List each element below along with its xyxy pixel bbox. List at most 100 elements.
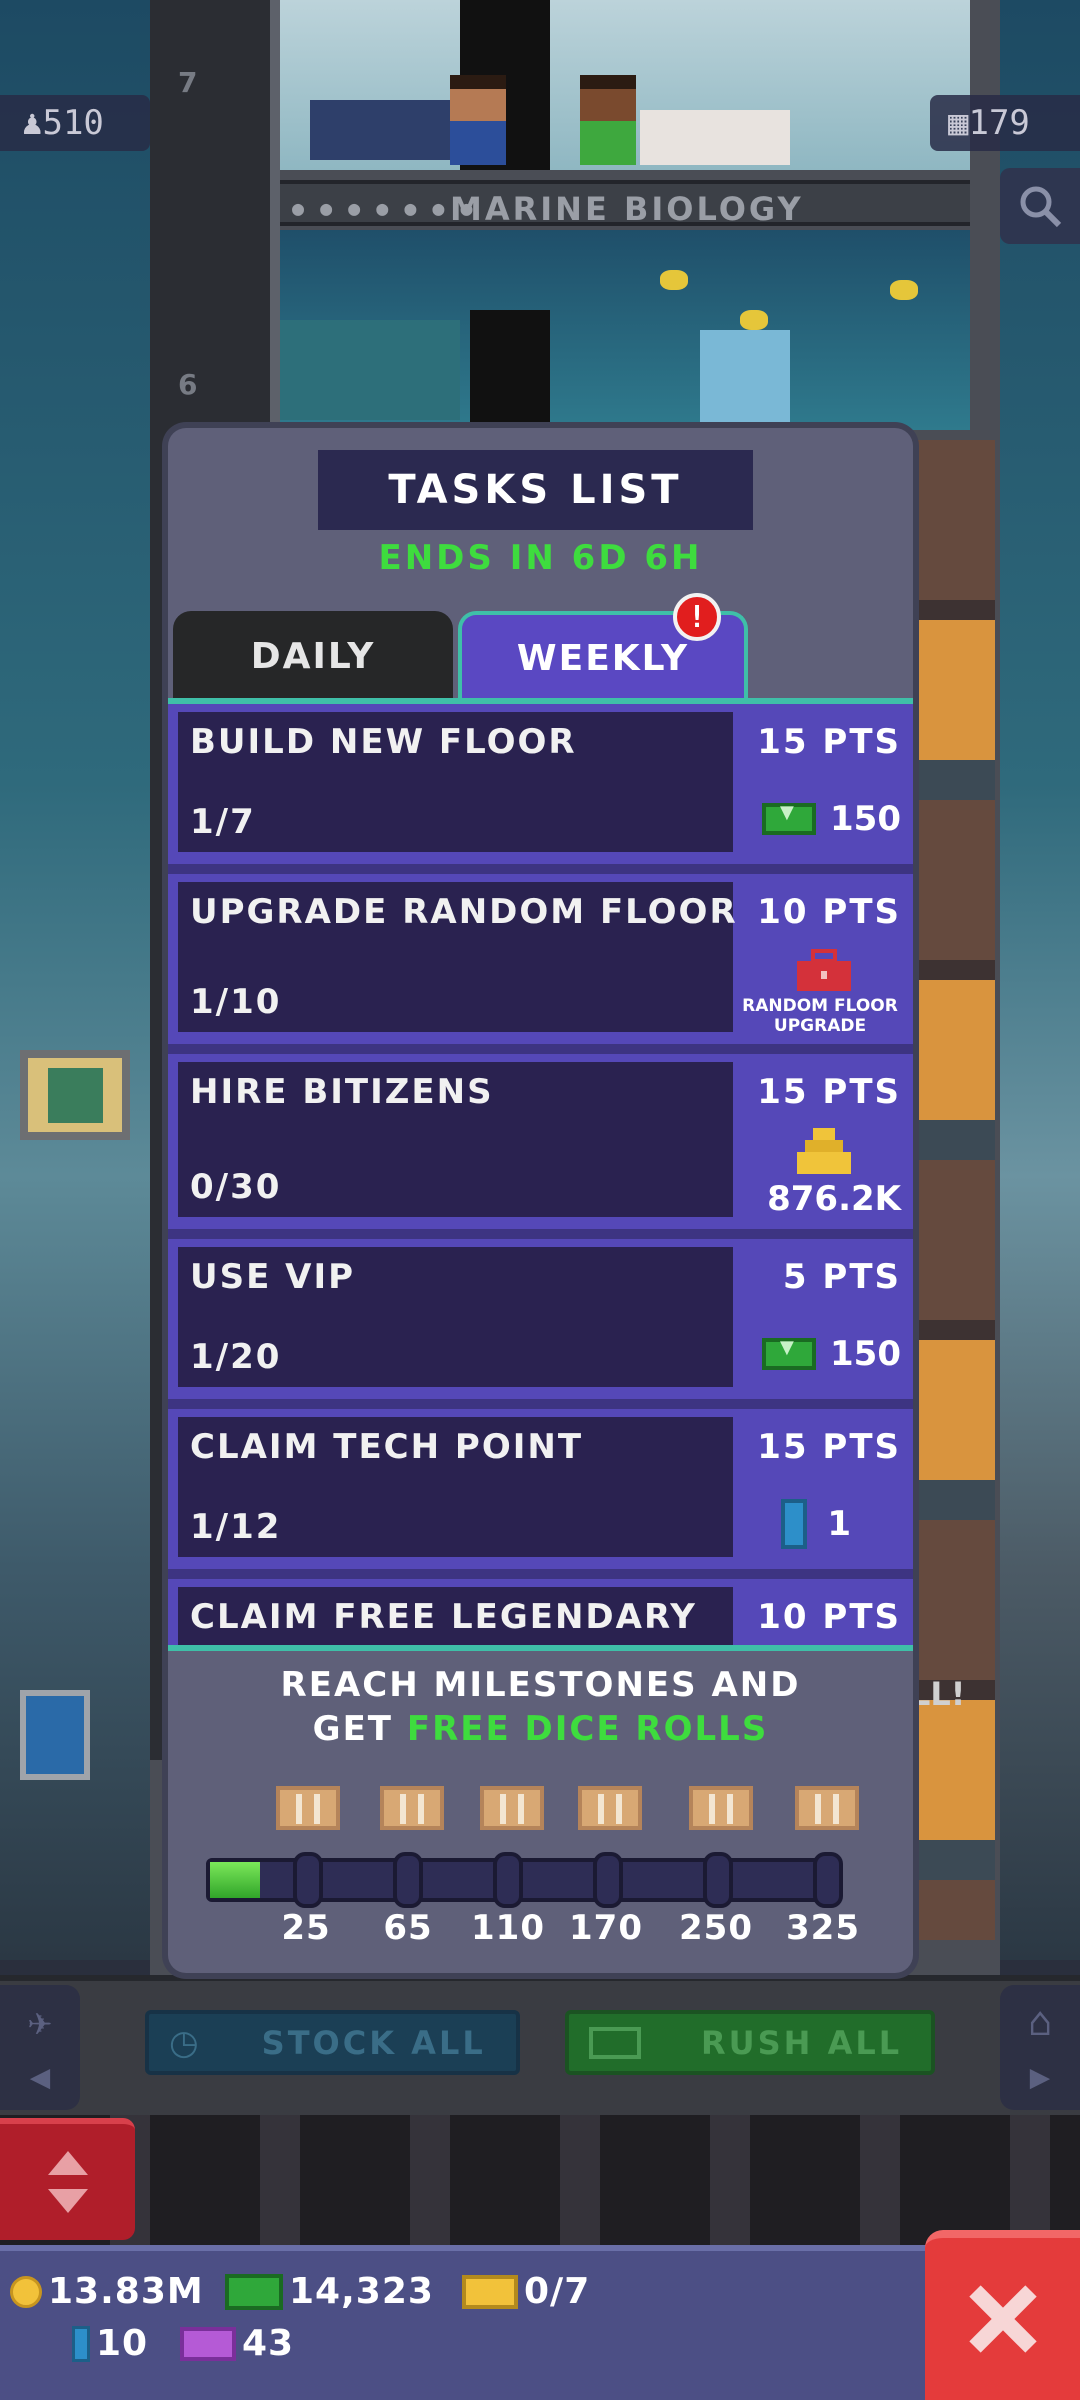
billboard-fragment: LL! [910, 1675, 966, 1713]
dice-roll-icon[interactable] [689, 1786, 753, 1830]
task-points: 15 PTS [757, 1072, 901, 1112]
person-icon: ♟ [22, 103, 43, 143]
cash-icon [762, 802, 817, 835]
building-icon: ▦ [948, 103, 969, 143]
legendary-tickets-counter[interactable]: 43 [180, 2323, 294, 2364]
tech-points-value: 10 [96, 2323, 149, 2364]
marine-biology-floor[interactable] [280, 230, 970, 430]
next-floor-button[interactable]: ⌂ ▶ [1000, 1985, 1080, 2110]
golden-ticket-icon [462, 2274, 518, 2309]
task-points: 15 PTS [757, 722, 901, 762]
tab-daily[interactable]: DAILY [173, 611, 453, 701]
golden-tickets-value: 0/7 [524, 2271, 591, 2312]
previous-floor-button[interactable]: ✈ ◀ [0, 1985, 80, 2110]
task-item[interactable]: BUILD NEW FLOOR 1/7 15 PTS 150 [168, 704, 913, 874]
floor-count-value: 179 [968, 103, 1030, 143]
task-progress: 1/7 [190, 802, 256, 842]
floor-sign: ● ● ● ● ● ● ● MARINE BIOLOGY [280, 180, 970, 228]
milestone-caption: REACH MILESTONES AND GET FREE DICE ROLLS [168, 1663, 913, 1751]
task-item[interactable]: UPGRADE RANDOM FLOOR 1/10 10 PTS RANDOM … [168, 874, 913, 1054]
adjacent-floors [915, 440, 995, 1940]
task-list[interactable]: BUILD NEW FLOOR 1/7 15 PTS 150 UPGRADE R… [168, 704, 913, 1649]
task-item[interactable]: HIRE BITIZENS 0/30 15 PTS 876.2K [168, 1054, 913, 1239]
tech-points-counter[interactable]: 10 [72, 2323, 148, 2364]
task-reward: 876.2K [767, 1179, 901, 1219]
milestone-node [813, 1852, 843, 1908]
bitizen-icon: ✈ [27, 1998, 53, 2045]
coins-value: 13.83M [48, 2271, 204, 2312]
milestone-label: 110 [471, 1908, 545, 1948]
milestone-line-2: GET FREE DICE ROLLS [168, 1707, 913, 1751]
task-progress: 1/10 [190, 982, 282, 1022]
bathtub-furniture [640, 110, 790, 165]
notification-badge: ! [673, 593, 721, 641]
clock-icon: ◷ [169, 2022, 202, 2063]
lobby-floor [0, 2115, 1080, 2245]
bux-counter[interactable]: 14,323 [225, 2271, 434, 2312]
residential-floor[interactable] [280, 0, 970, 170]
elevator-button[interactable] [0, 2118, 135, 2240]
floor-door [470, 310, 550, 430]
population-counter[interactable]: ♟510 [0, 95, 150, 151]
search-icon [1020, 186, 1062, 228]
rush-all-label: RUSH ALL [701, 2023, 903, 2062]
task-reward: 150 [762, 799, 901, 839]
task-item[interactable]: CLAIM FREE LEGENDARY 10 PTS [168, 1579, 913, 1649]
fries-billboard [20, 1050, 130, 1140]
fish-icon [740, 310, 768, 330]
population-value: 510 [42, 103, 104, 143]
dice-roll-icon[interactable] [480, 1786, 544, 1830]
bitizen-avatar[interactable] [450, 75, 506, 165]
milestone-label: 250 [679, 1908, 753, 1948]
legendary-tickets-value: 43 [242, 2323, 295, 2364]
task-points: 10 PTS [757, 1597, 901, 1637]
task-item[interactable]: USE VIP 1/20 5 PTS 150 [168, 1239, 913, 1409]
tech-point-icon [72, 2325, 90, 2362]
reward-value: RANDOM FLOOR UPGRADE [742, 996, 898, 1036]
task-points: 5 PTS [782, 1257, 901, 1297]
task-reward: 150 [762, 1334, 901, 1374]
street-sign [20, 1690, 90, 1780]
bitizen-avatar[interactable] [580, 75, 636, 165]
close-icon [968, 2285, 1037, 2353]
task-points: 10 PTS [757, 892, 901, 932]
cash-icon [589, 2026, 641, 2059]
stock-all-button[interactable]: ◷ STOCK ALL [145, 2010, 520, 2075]
milestone-label: 170 [569, 1908, 643, 1948]
up-down-arrows-icon [47, 2151, 88, 2213]
milestone-line-2-prefix: GET [312, 1709, 393, 1749]
task-name: CLAIM FREE LEGENDARY [190, 1597, 697, 1637]
cash-icon [762, 1337, 817, 1370]
stock-all-label: STOCK ALL [261, 2023, 486, 2062]
task-points: 15 PTS [757, 1427, 901, 1467]
coin-icon [10, 2275, 42, 2308]
close-button[interactable] [925, 2230, 1080, 2400]
occupancy-dots-icon: ● ● ● ● ● ● ● [292, 196, 475, 220]
coins-counter[interactable]: 13.83M [10, 2271, 204, 2312]
search-button[interactable] [1000, 168, 1080, 244]
milestone-node [493, 1852, 523, 1908]
milestone-node [703, 1852, 733, 1908]
golden-tickets-counter[interactable]: 0/7 [462, 2271, 590, 2312]
currency-bar: 13.83M 14,323 0/7 10 43 [0, 2245, 930, 2400]
task-progress: 0/30 [190, 1167, 282, 1207]
rush-all-button[interactable]: RUSH ALL [565, 2010, 935, 2075]
bux-value: 14,323 [289, 2271, 434, 2312]
free-dice-rolls-text: FREE DICE ROLLS [406, 1709, 769, 1749]
dice-roll-icon[interactable] [795, 1786, 859, 1830]
bed-furniture [310, 100, 450, 160]
milestone-label: 65 [383, 1908, 433, 1948]
dice-roll-icon[interactable] [380, 1786, 444, 1830]
milestone-node [593, 1852, 623, 1908]
floor-sign-name: MARINE BIOLOGY [450, 190, 804, 228]
dice-roll-icon[interactable] [578, 1786, 642, 1830]
dice-roll-icon[interactable] [276, 1786, 340, 1830]
task-name: BUILD NEW FLOOR [190, 722, 577, 762]
toolbox-icon [797, 949, 851, 991]
task-item[interactable]: CLAIM TECH POINT 1/12 15 PTS 1 [168, 1409, 913, 1579]
task-progress: 1/12 [190, 1507, 282, 1547]
floor-counter[interactable]: ▦179 [930, 95, 1080, 151]
milestone-node [293, 1852, 323, 1908]
milestone-node [393, 1852, 423, 1908]
aquarium-tank [280, 320, 460, 420]
